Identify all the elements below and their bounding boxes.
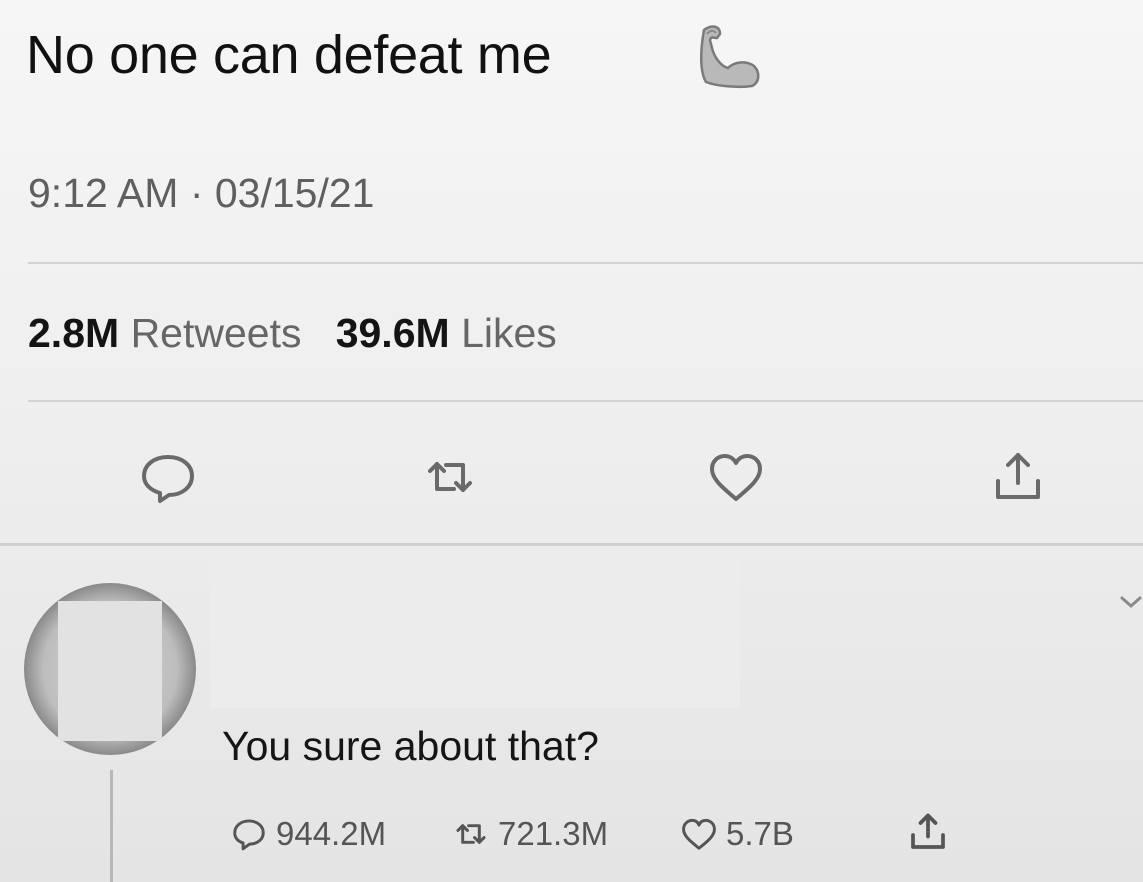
divider [28, 262, 1143, 264]
reply-like-stat[interactable]: 5.7B [680, 812, 794, 856]
chevron-down-icon[interactable] [1118, 590, 1143, 614]
retweet-icon [456, 824, 486, 844]
tweet-timestamp: 9:12 AM · 03/15/21 [28, 170, 375, 216]
share-icon[interactable] [904, 808, 952, 856]
share-icon[interactable] [986, 445, 1050, 509]
retweets-count[interactable]: 2.8M [28, 310, 119, 356]
reply-icon [233, 819, 265, 851]
tweet-stats: 2.8M Retweets 39.6M Likes [28, 310, 557, 357]
redacted-username [210, 558, 740, 708]
heart-icon [682, 818, 716, 850]
reply-icon[interactable] [136, 445, 200, 509]
avatar[interactable] [24, 583, 196, 755]
divider [28, 400, 1143, 402]
heart-icon[interactable] [704, 445, 768, 509]
retweets-label[interactable]: Retweets [131, 310, 302, 356]
tweet-text: No one can defeat me [26, 25, 552, 85]
retweet-icon[interactable] [418, 445, 482, 509]
reply-text: You sure about that? [222, 723, 599, 769]
likes-label[interactable]: Likes [461, 310, 557, 356]
reply-retweet-stat[interactable]: 721.3M [452, 812, 608, 856]
reply-retweet-count: 721.3M [498, 815, 609, 852]
reply-reply-stat[interactable]: 944.2M [230, 812, 386, 856]
likes-count[interactable]: 39.6M [336, 310, 450, 356]
reply-count: 944.2M [276, 815, 387, 852]
reply-like-count: 5.7B [726, 815, 794, 852]
thread-line [110, 770, 113, 882]
section-divider [0, 543, 1143, 546]
flexed-biceps-icon [690, 22, 770, 92]
